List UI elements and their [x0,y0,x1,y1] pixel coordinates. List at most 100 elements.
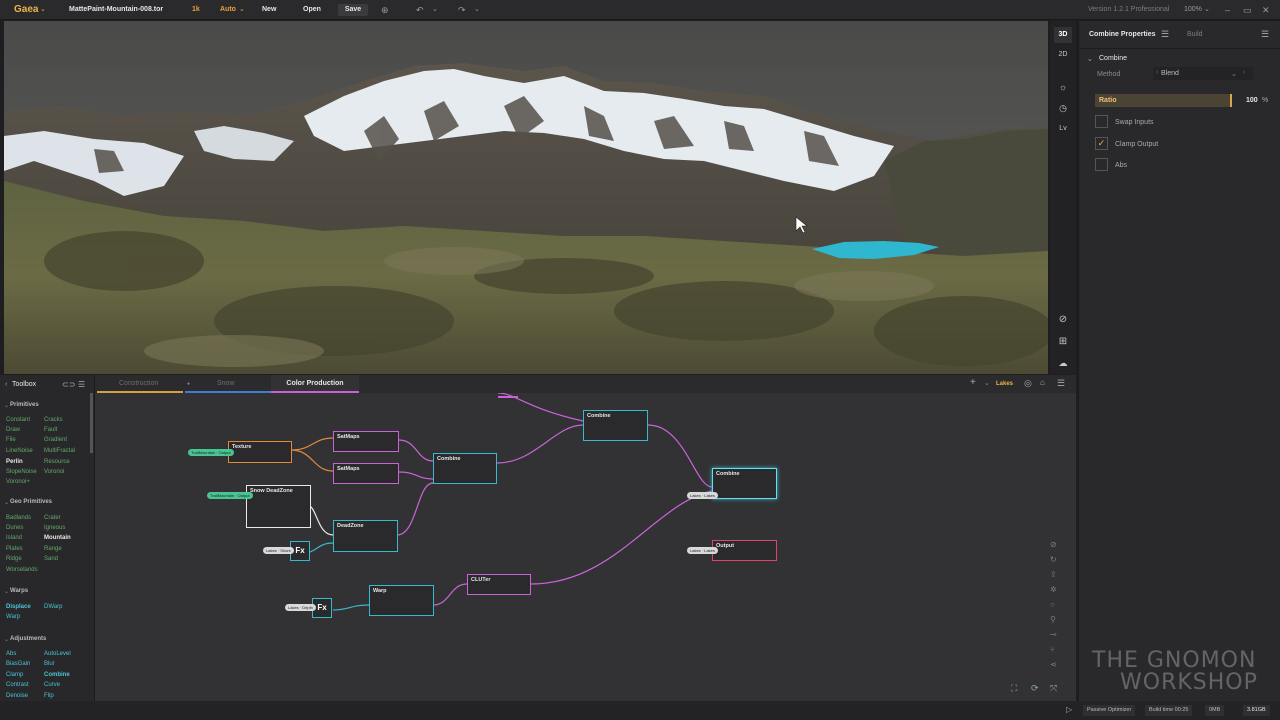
tool-perlin[interactable]: Perlin [6,459,23,465]
export-icon[interactable]: ⇪ [1050,570,1057,579]
node-cluter[interactable]: CLUTer [467,574,531,595]
node-deadzone[interactable]: DeadZone [333,520,398,552]
add-icon[interactable]: + [970,377,976,388]
node-combine-2[interactable]: Combine [583,410,648,441]
clamp-output-checkbox[interactable]: ✓ [1095,137,1108,150]
tool-crater[interactable]: Crater [44,515,61,521]
section-geo-primitives[interactable]: Geo Primitives [10,499,52,505]
tool-sand[interactable]: Sand [44,556,58,562]
tool-dunes[interactable]: Dunes [6,525,23,531]
tool-worselands[interactable]: Worselands [6,567,38,573]
method-dropdown-icon[interactable]: ⌄ [1231,70,1237,78]
view-3d-button[interactable]: 3D [1054,27,1072,43]
tool-file[interactable]: File [6,437,16,443]
tool-draw[interactable]: Draw [6,427,20,433]
node-satmaps-2[interactable]: SatMaps [333,463,399,484]
auto-chevron-icon[interactable]: ⌄ [239,0,245,20]
toolbox-collapse-icon[interactable]: ‹ [5,381,7,388]
section-primitives[interactable]: Primitives [10,402,39,408]
properties-menu-icon[interactable]: ☰ [1261,30,1269,39]
passive-optimizer-button[interactable]: Passive Optimizer [1083,705,1136,716]
tool-mountain[interactable]: Mountain [44,535,71,541]
node-warp[interactable]: Warp [369,585,434,616]
tool-flip[interactable]: Flip [44,693,54,699]
terrain-viewport[interactable] [4,21,1048,374]
compass-icon[interactable]: ⊘ [1054,312,1072,328]
tab-color-production[interactable]: Color Production [271,375,359,393]
tool-fault[interactable]: Fault [44,427,57,433]
chevron-down-icon[interactable]: ⌄ [4,499,9,506]
tool-badlands[interactable]: Badlands [6,515,31,521]
share-icon[interactable]: ⋖ [1050,660,1057,669]
tool-abs[interactable]: Abs [6,651,16,657]
redo-chevron-icon[interactable]: ⌄ [474,0,480,20]
chevron-down-icon[interactable]: ⌄ [4,402,9,409]
logo-menu-chevron-icon[interactable]: ⌄ [40,0,46,20]
undo-icon[interactable]: ↶ [416,0,424,20]
collapse-chevron-icon[interactable]: ⌄ [1087,55,1093,63]
bug-icon[interactable]: ✲ [1050,585,1057,594]
tool-gradient[interactable]: Gradient [44,437,67,443]
play-icon[interactable]: ▷ [1066,705,1072,714]
key-icon[interactable]: ⊸ [1050,630,1057,639]
tool-combine[interactable]: Combine [44,672,70,678]
toolbox-menu-icon[interactable]: ☰ [78,380,85,389]
tool-range[interactable]: Range [44,546,62,552]
method-next-icon[interactable]: › [1243,69,1245,76]
clock-icon[interactable]: ◷ [1054,100,1072,116]
tool-resource[interactable]: Resource [44,459,70,465]
tool-displace[interactable]: Displace [6,604,31,610]
tool-contrast[interactable]: Contrast [6,682,29,688]
sun-icon[interactable]: ☼ [1054,79,1072,95]
undo-chevron-icon[interactable]: ⌄ [432,0,438,20]
port-pill-lakes-1[interactable]: Lakes · Lakes [687,492,718,499]
tab-construction[interactable]: Construction [97,375,183,393]
tool-linenoise[interactable]: LineNoise [6,448,33,454]
tool-clamp[interactable]: Clamp [6,672,23,678]
tool-island[interactable]: Island [6,535,22,541]
ratio-slider[interactable]: Ratio [1095,94,1232,107]
target-icon[interactable]: ◎ [1024,378,1032,389]
save-button[interactable]: Save [338,4,368,16]
tool-igneous[interactable]: Igneous [44,525,65,531]
link-icon[interactable]: ⚲ [1050,615,1056,624]
tool-autolevel[interactable]: AutoLevel [44,651,71,657]
port-pill-lakes-depth[interactable]: Lakes · Depth [285,604,316,611]
view-2d-button[interactable]: 2D [1054,47,1072,63]
maximize-icon[interactable]: ▭ [1243,0,1252,20]
swap-inputs-checkbox[interactable] [1095,115,1108,128]
toolbox-scrollbar[interactable] [90,393,93,453]
chevron-down-icon[interactable]: ⌄ [4,588,9,595]
method-prev-icon[interactable]: ‹ [1156,69,1158,76]
home-icon[interactable]: ⌂ [1040,378,1045,387]
circle-icon[interactable]: ○ [1050,600,1055,609]
branch-icon[interactable]: ⑂ [1050,645,1055,654]
tool-ridge[interactable]: Ridge [6,556,22,562]
app-logo[interactable]: Gaea [14,0,38,20]
lakes-label[interactable]: Lakes [996,381,1013,387]
port-pill-lakes-2[interactable]: Lakes · Lakes [687,547,718,554]
port-pill-trailmountain-2[interactable]: TrailMountain · Output [207,492,253,499]
toolbox-toggle-icon[interactable]: ⊂⊃ [62,380,75,389]
redo-icon[interactable]: ↷ [458,0,466,20]
tab-combine-properties[interactable]: Combine Properties [1089,31,1156,38]
zoom-chevron-icon[interactable]: ⌄ [1204,0,1210,20]
ratio-value[interactable]: 100 [1246,97,1258,104]
resolution-select[interactable]: 1k [192,0,200,20]
tool-blur[interactable]: Blur [44,661,55,667]
tool-warp[interactable]: Warp [6,614,20,620]
tool-voronoi-plus[interactable]: Voronoi+ [6,479,30,485]
close-icon[interactable]: ✕ [1262,0,1270,20]
minimize-icon[interactable]: – [1225,0,1230,20]
properties-list-icon[interactable]: ☰ [1161,30,1169,39]
section-warps[interactable]: Warps [10,588,28,594]
grid-icon[interactable]: ⊞ [1054,334,1072,350]
node-graph[interactable]: Texture SatMaps SatMaps Combine Combine … [95,393,1076,701]
sync-icon[interactable]: ⟳ [1031,683,1039,694]
tool-plates[interactable]: Plates [6,546,23,552]
tab-build[interactable]: Build [1187,31,1203,38]
section-adjustments[interactable]: Adjustments [10,636,46,642]
settings-icon[interactable]: ⊕ [381,0,389,20]
tool-cracks[interactable]: Cracks [44,417,63,423]
tool-dwarp[interactable]: DWarp [44,604,62,610]
